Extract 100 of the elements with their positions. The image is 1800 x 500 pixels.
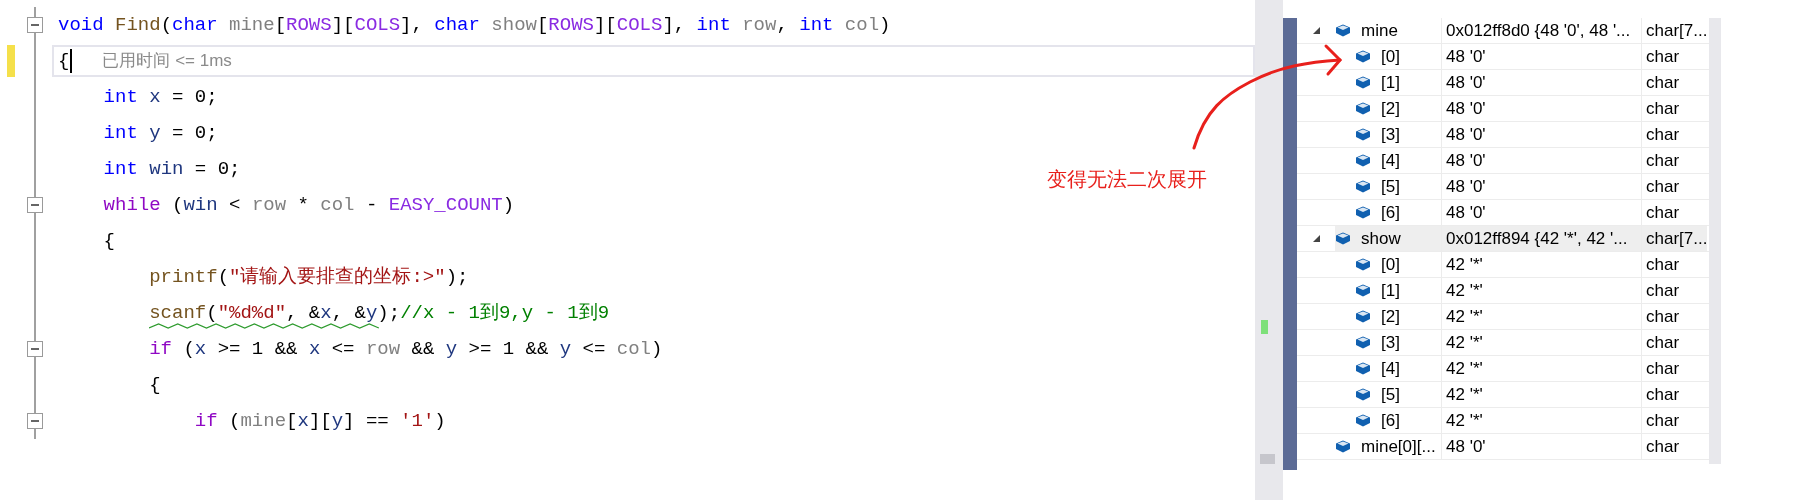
value-text: 42 '*' bbox=[1446, 282, 1483, 299]
object-icon bbox=[1355, 414, 1371, 427]
name-cell[interactable]: [3] bbox=[1335, 330, 1441, 355]
code-line: void Find(char mine[ROWS][COLS], char show[ROWS][COLS], int row, int col) bbox=[58, 13, 891, 37]
name-cell[interactable]: [5] bbox=[1335, 174, 1441, 199]
variable-name: [5] bbox=[1381, 386, 1400, 403]
name-cell[interactable]: [5] bbox=[1335, 382, 1441, 407]
name-cell[interactable]: mine[0][... bbox=[1335, 434, 1441, 459]
name-cell[interactable]: [4] bbox=[1335, 148, 1441, 173]
code-line: { bbox=[58, 49, 70, 73]
value-text: 48 '0' bbox=[1446, 48, 1486, 65]
type-text: char bbox=[1646, 386, 1680, 403]
code-line: scanf("%d%d", &x, &y);//x - 1到9,y - 1到9 bbox=[148, 301, 610, 325]
collapse-icon[interactable] bbox=[27, 413, 43, 429]
variable-name: mine bbox=[1361, 22, 1398, 39]
object-icon bbox=[1355, 102, 1371, 115]
variable-name: [6] bbox=[1381, 204, 1400, 221]
object-icon bbox=[1355, 76, 1371, 89]
name-cell[interactable]: [2] bbox=[1335, 304, 1441, 329]
name-cell[interactable]: [0] bbox=[1335, 44, 1441, 69]
object-icon bbox=[1335, 440, 1351, 453]
annotation-text: 变得无法二次展开 bbox=[1047, 167, 1207, 192]
collapse-icon[interactable] bbox=[27, 341, 43, 357]
object-icon bbox=[1355, 258, 1371, 271]
variable-name: [1] bbox=[1381, 282, 1400, 299]
name-cell[interactable]: show bbox=[1335, 226, 1441, 251]
object-icon bbox=[1355, 362, 1371, 375]
type-text: char bbox=[1646, 74, 1680, 91]
expand-arrow-icon[interactable] bbox=[1311, 234, 1321, 243]
object-icon bbox=[1355, 206, 1371, 219]
type-text: char bbox=[1646, 308, 1680, 325]
name-cell[interactable]: mine bbox=[1335, 18, 1441, 43]
type-text: char bbox=[1646, 360, 1680, 377]
code-line: int y = 0; bbox=[102, 121, 218, 145]
name-cell[interactable]: [1] bbox=[1335, 278, 1441, 303]
code-line: if (x >= 1 && x <= row && y >= 1 && y <= col) bbox=[148, 337, 663, 361]
type-text: char bbox=[1646, 256, 1680, 273]
code-line: printf("请输入要排查的坐标:>"); bbox=[148, 265, 469, 289]
change-marker bbox=[1260, 320, 1268, 334]
variable-name: [3] bbox=[1381, 334, 1400, 351]
name-cell[interactable]: [6] bbox=[1335, 408, 1441, 433]
value-text: 42 '*' bbox=[1446, 360, 1483, 377]
scrollbar-thumb[interactable] bbox=[1259, 454, 1275, 464]
name-cell[interactable]: [2] bbox=[1335, 96, 1441, 121]
variable-name: [6] bbox=[1381, 412, 1400, 429]
type-text: char bbox=[1646, 100, 1680, 117]
variable-name: [1] bbox=[1381, 74, 1400, 91]
code-line: int win = 0; bbox=[102, 157, 241, 181]
value-text: 42 '*' bbox=[1446, 308, 1483, 325]
variable-name: [4] bbox=[1381, 360, 1400, 377]
code-line: { bbox=[102, 229, 115, 253]
code-line: if (mine[x][y] == '1') bbox=[193, 409, 446, 433]
type-text: char bbox=[1646, 178, 1680, 195]
variable-name: [2] bbox=[1381, 308, 1400, 325]
object-icon bbox=[1355, 336, 1371, 349]
object-icon bbox=[1335, 24, 1351, 37]
object-icon bbox=[1335, 232, 1351, 245]
code-line: { bbox=[148, 373, 161, 397]
variable-name: [4] bbox=[1381, 152, 1400, 169]
value-text: 48 '0' bbox=[1446, 204, 1486, 221]
value-text: 48 '0' bbox=[1446, 74, 1486, 91]
value-text: 48 '0' bbox=[1446, 438, 1486, 455]
type-text: char[7... bbox=[1646, 22, 1708, 39]
value-text: 0x012ff8d0 {48 '0', 48 '... bbox=[1446, 22, 1631, 39]
value-text: 42 '*' bbox=[1446, 334, 1483, 351]
object-icon bbox=[1355, 128, 1371, 141]
variable-name: [0] bbox=[1381, 48, 1400, 65]
name-cell[interactable]: [4] bbox=[1335, 356, 1441, 381]
expand-arrow-icon[interactable] bbox=[1311, 26, 1321, 35]
type-text: char bbox=[1646, 204, 1680, 221]
name-cell[interactable]: [6] bbox=[1335, 200, 1441, 225]
type-text: char bbox=[1646, 48, 1680, 65]
name-cell[interactable]: [3] bbox=[1335, 122, 1441, 147]
name-cell[interactable]: [0] bbox=[1335, 252, 1441, 277]
object-icon bbox=[1355, 388, 1371, 401]
object-icon bbox=[1355, 284, 1371, 297]
type-text: char bbox=[1646, 152, 1680, 169]
value-text: 0x012ff894 {42 '*', 42 '... bbox=[1446, 230, 1628, 247]
type-text: char bbox=[1646, 412, 1680, 429]
value-text: 42 '*' bbox=[1446, 386, 1483, 403]
value-text: 48 '0' bbox=[1446, 152, 1486, 169]
value-text: 42 '*' bbox=[1446, 412, 1483, 429]
value-text: 48 '0' bbox=[1446, 100, 1486, 117]
variable-name: [0] bbox=[1381, 256, 1400, 273]
type-text: char[7... bbox=[1646, 230, 1708, 247]
type-text: char bbox=[1646, 438, 1680, 455]
collapse-icon[interactable] bbox=[27, 197, 43, 213]
code-line: int x = 0; bbox=[102, 85, 218, 109]
object-icon bbox=[1355, 310, 1371, 323]
collapse-icon[interactable] bbox=[27, 17, 43, 33]
variable-name: [2] bbox=[1381, 100, 1400, 117]
code-line: while (win < row * col - EASY_COUNT) bbox=[102, 193, 515, 217]
type-text: char bbox=[1646, 334, 1680, 351]
name-cell[interactable]: [1] bbox=[1335, 70, 1441, 95]
type-text: char bbox=[1646, 282, 1680, 299]
object-icon bbox=[1355, 50, 1371, 63]
object-icon bbox=[1355, 180, 1371, 193]
value-text: 48 '0' bbox=[1446, 178, 1486, 195]
variable-name: mine[0][... bbox=[1361, 438, 1436, 455]
value-text: 42 '*' bbox=[1446, 256, 1483, 273]
